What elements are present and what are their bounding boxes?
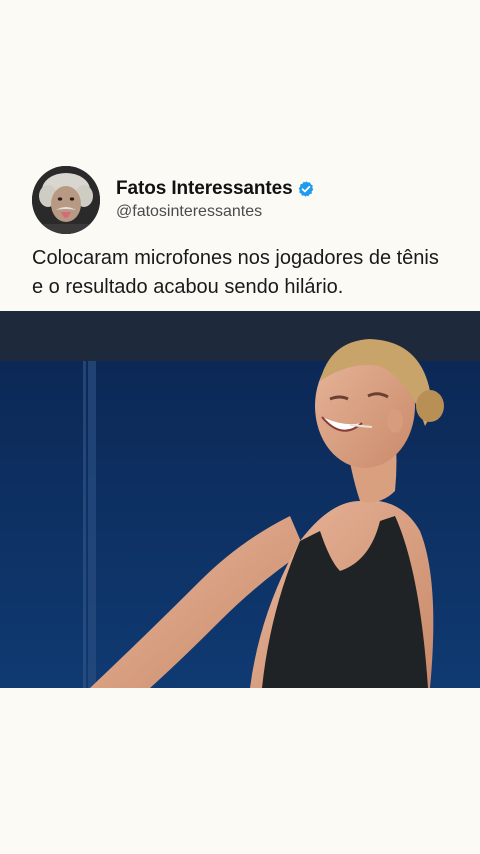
avatar[interactable] [32,166,100,234]
author-name[interactable]: Fatos Interessantes [116,178,293,200]
author-handle[interactable]: @fatosinteressantes [116,203,262,221]
author-name-row[interactable]: Fatos Interessantes [116,178,315,200]
post-text: Colocaram microfones nos jogadores de tê… [32,247,439,298]
post-video-thumbnail[interactable] [0,311,480,688]
post-header: Fatos Interessantes @fatosinteressantes [32,166,452,236]
verified-badge-icon [297,180,315,198]
